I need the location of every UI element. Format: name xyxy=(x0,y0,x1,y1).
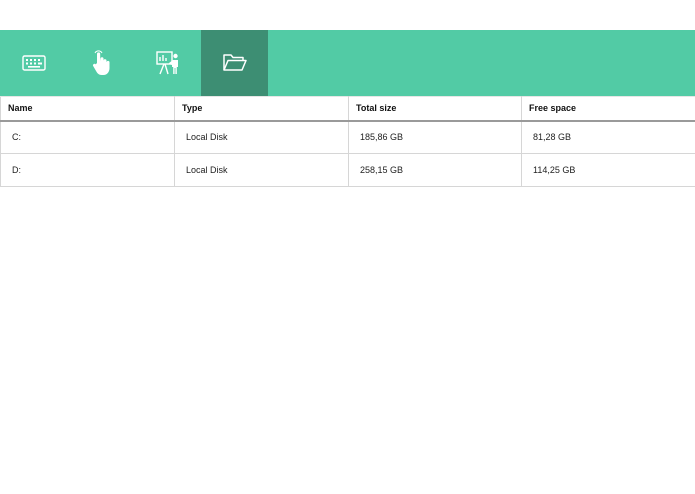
drive-total-size: 185,86 GB xyxy=(348,120,522,154)
drive-total-size: 258,15 GB xyxy=(348,153,522,187)
drives-table: Name Type Total size Free space C: Local… xyxy=(0,96,695,187)
keyboard-tool-button[interactable] xyxy=(0,30,67,96)
table-header-row: Name Type Total size Free space xyxy=(0,96,695,122)
top-spacer xyxy=(0,0,695,30)
folder-open-icon xyxy=(222,54,247,71)
toolbar xyxy=(0,30,695,96)
column-header-free-space[interactable]: Free space xyxy=(521,96,695,122)
drive-free-space: 114,25 GB xyxy=(521,153,695,187)
touch-tool-button[interactable] xyxy=(67,30,134,96)
presenter-tool-button[interactable] xyxy=(134,30,201,96)
keyboard-icon xyxy=(21,55,46,71)
column-header-type[interactable]: Type xyxy=(174,96,349,122)
table-row[interactable]: D: Local Disk 258,15 GB 114,25 GB xyxy=(0,153,695,187)
table-row[interactable]: C: Local Disk 185,86 GB 81,28 GB xyxy=(0,120,695,154)
drive-name: C: xyxy=(0,120,175,154)
presenter-icon xyxy=(155,51,178,75)
drive-free-space: 81,28 GB xyxy=(521,120,695,154)
drive-type: Local Disk xyxy=(174,120,349,154)
drive-type: Local Disk xyxy=(174,153,349,187)
touch-hand-icon xyxy=(92,50,110,75)
file-browser-tool-button[interactable] xyxy=(201,30,268,96)
column-header-total-size[interactable]: Total size xyxy=(348,96,522,122)
drive-name: D: xyxy=(0,153,175,187)
column-header-name[interactable]: Name xyxy=(0,96,175,122)
